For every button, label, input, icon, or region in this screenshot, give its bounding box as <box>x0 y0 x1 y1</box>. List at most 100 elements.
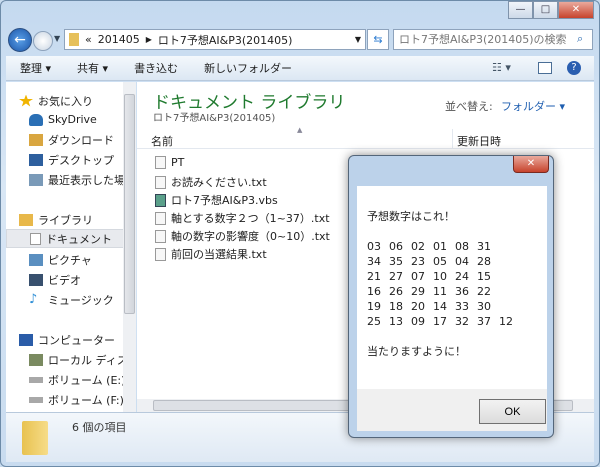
nav-scrollbar[interactable] <box>123 82 136 412</box>
nav-volume-f[interactable]: ボリューム (F:) <box>29 390 136 409</box>
dialog-body: 予想数字はこれ！ 03 06 02 01 08 31 34 35 23 05 04 28 21 27 07 1… <box>357 186 547 389</box>
view-options-icon[interactable]: ☷ ▾ <box>492 61 511 74</box>
text-file-icon <box>155 211 166 225</box>
number: 14 <box>433 300 447 313</box>
sort-arrow-icon: ▲ <box>297 126 303 134</box>
search-input[interactable]: ロト7予想AI&P3(201405)の検索 <box>393 29 593 50</box>
close-button[interactable]: ✕ <box>558 1 594 19</box>
organize-button[interactable]: 整理 ▾ <box>20 60 51 76</box>
computer-icon <box>19 333 33 346</box>
local-disk-icon <box>29 353 43 366</box>
desktop-icon <box>29 153 43 166</box>
nav-computer[interactable]: コンピューター <box>19 330 136 349</box>
number-row: 16 26 29 11 36 22 <box>367 284 547 299</box>
burn-button[interactable]: 書き込む <box>134 60 178 76</box>
document-icon <box>30 232 41 245</box>
breadcrumb-201405[interactable]: 201405 <box>98 33 140 46</box>
number: 15 <box>477 270 491 283</box>
nav-favorites[interactable]: お気に入り <box>19 91 136 110</box>
item-count: 6 個の項目 <box>72 421 127 434</box>
navigation-pane: お気に入り SkyDrive ダウンロード デスクトップ 最近表示した場所 ライ… <box>6 82 136 412</box>
file-item[interactable]: 前回の当選結果.txt <box>155 246 267 262</box>
music-icon: ♪ <box>29 291 38 307</box>
nav-libraries[interactable]: ライブラリ <box>19 210 136 229</box>
number: 27 <box>389 270 403 283</box>
dialog-close-button[interactable]: ✕ <box>513 156 549 173</box>
download-folder-icon <box>29 133 43 146</box>
nav-music[interactable]: ♪ ミュージック <box>29 290 136 309</box>
nav-local-disk[interactable]: ローカル ディスク <box>29 350 136 369</box>
forward-button[interactable] <box>33 31 53 51</box>
number: 06 <box>389 240 403 253</box>
library-icon <box>19 213 33 226</box>
number: 05 <box>433 255 447 268</box>
number-row: 25 13 09 17 32 37 12 <box>367 314 547 329</box>
file-item[interactable]: 軸の数字の影響度（0~10）.txt <box>155 228 330 244</box>
number: 18 <box>389 300 403 313</box>
breadcrumb-current-folder[interactable]: ロト7予想AI&P3(201405) <box>158 32 293 48</box>
nav-scrollbar-thumb[interactable] <box>124 94 135 314</box>
nav-pictures[interactable]: ピクチャ <box>29 250 136 269</box>
text-file-icon <box>155 175 166 189</box>
file-item[interactable]: 軸とする数字２つ（1~37）.txt <box>155 210 330 226</box>
nav-downloads[interactable]: ダウンロード <box>29 130 136 149</box>
column-header: 名前 ▲ 更新日時 <box>137 126 594 149</box>
ok-button[interactable]: OK <box>479 399 546 424</box>
number: 29 <box>411 285 425 298</box>
number: 30 <box>477 300 491 313</box>
number: 25 <box>367 315 381 328</box>
text-file-icon <box>155 229 166 243</box>
search-icon: ⌕ <box>577 32 584 45</box>
nav-documents[interactable]: ドキュメント <box>6 229 124 248</box>
nav-recent-places[interactable]: 最近表示した場所 <box>29 170 136 189</box>
number: 31 <box>477 240 491 253</box>
number-row: 34 35 23 05 04 28 <box>367 254 547 269</box>
column-name[interactable]: 名前 <box>151 133 173 149</box>
maximize-button[interactable]: □ <box>533 1 558 19</box>
number: 28 <box>477 255 491 268</box>
column-date-modified[interactable]: 更新日時 <box>457 133 501 149</box>
refresh-button[interactable]: ⇆ <box>367 29 389 50</box>
recent-pages-dropdown[interactable]: ▼ <box>54 34 60 43</box>
number: 08 <box>455 240 469 253</box>
minimize-button[interactable]: — <box>508 1 533 19</box>
number: 37 <box>477 315 491 328</box>
drive-icon <box>29 396 43 403</box>
help-icon[interactable]: ? <box>567 61 581 75</box>
drive-icon <box>29 376 43 383</box>
number: 35 <box>389 255 403 268</box>
video-icon <box>29 273 43 286</box>
address-overflow[interactable]: « <box>85 33 92 46</box>
number: 33 <box>455 300 469 313</box>
number: 19 <box>367 300 381 313</box>
number: 26 <box>389 285 403 298</box>
number: 21 <box>367 270 381 283</box>
sort-label: 並べ替え: <box>445 100 493 113</box>
file-icon <box>155 156 166 169</box>
preview-pane-icon[interactable] <box>538 62 552 74</box>
library-subtitle: ロト7予想AI&P3(201405) <box>153 113 276 124</box>
nav-volume-e[interactable]: ボリューム (E:) <box>29 370 136 389</box>
nav-videos[interactable]: ビデオ <box>29 270 136 289</box>
folder-large-icon <box>22 421 48 455</box>
file-item[interactable]: PT <box>155 156 184 169</box>
file-item[interactable]: お読みください.txt <box>155 174 267 190</box>
back-button[interactable]: ← <box>8 28 32 52</box>
new-folder-button[interactable]: 新しいフォルダー <box>204 60 292 76</box>
number: 32 <box>455 315 469 328</box>
nav-desktop[interactable]: デスクトップ <box>29 150 136 169</box>
dialog-heading: 予想数字はこれ！ <box>367 210 455 223</box>
address-dropdown-icon[interactable]: ▼ <box>355 35 361 44</box>
number-row: 21 27 07 10 24 15 <box>367 269 547 284</box>
nav-skydrive[interactable]: SkyDrive <box>29 110 136 129</box>
number: 02 <box>411 240 425 253</box>
number-row: 03 06 02 01 08 31 <box>367 239 547 254</box>
address-bar[interactable]: « 201405 ▶ ロト7予想AI&P3(201405) ▼ <box>64 29 366 50</box>
sort-dropdown[interactable]: フォルダー ▾ <box>501 98 565 114</box>
share-button[interactable]: 共有 ▾ <box>77 60 108 76</box>
file-item[interactable]: ロト7予想AI&P3.vbs <box>155 192 278 208</box>
number: 24 <box>455 270 469 283</box>
picture-icon <box>29 253 43 266</box>
number: 07 <box>411 270 425 283</box>
number: 04 <box>455 255 469 268</box>
